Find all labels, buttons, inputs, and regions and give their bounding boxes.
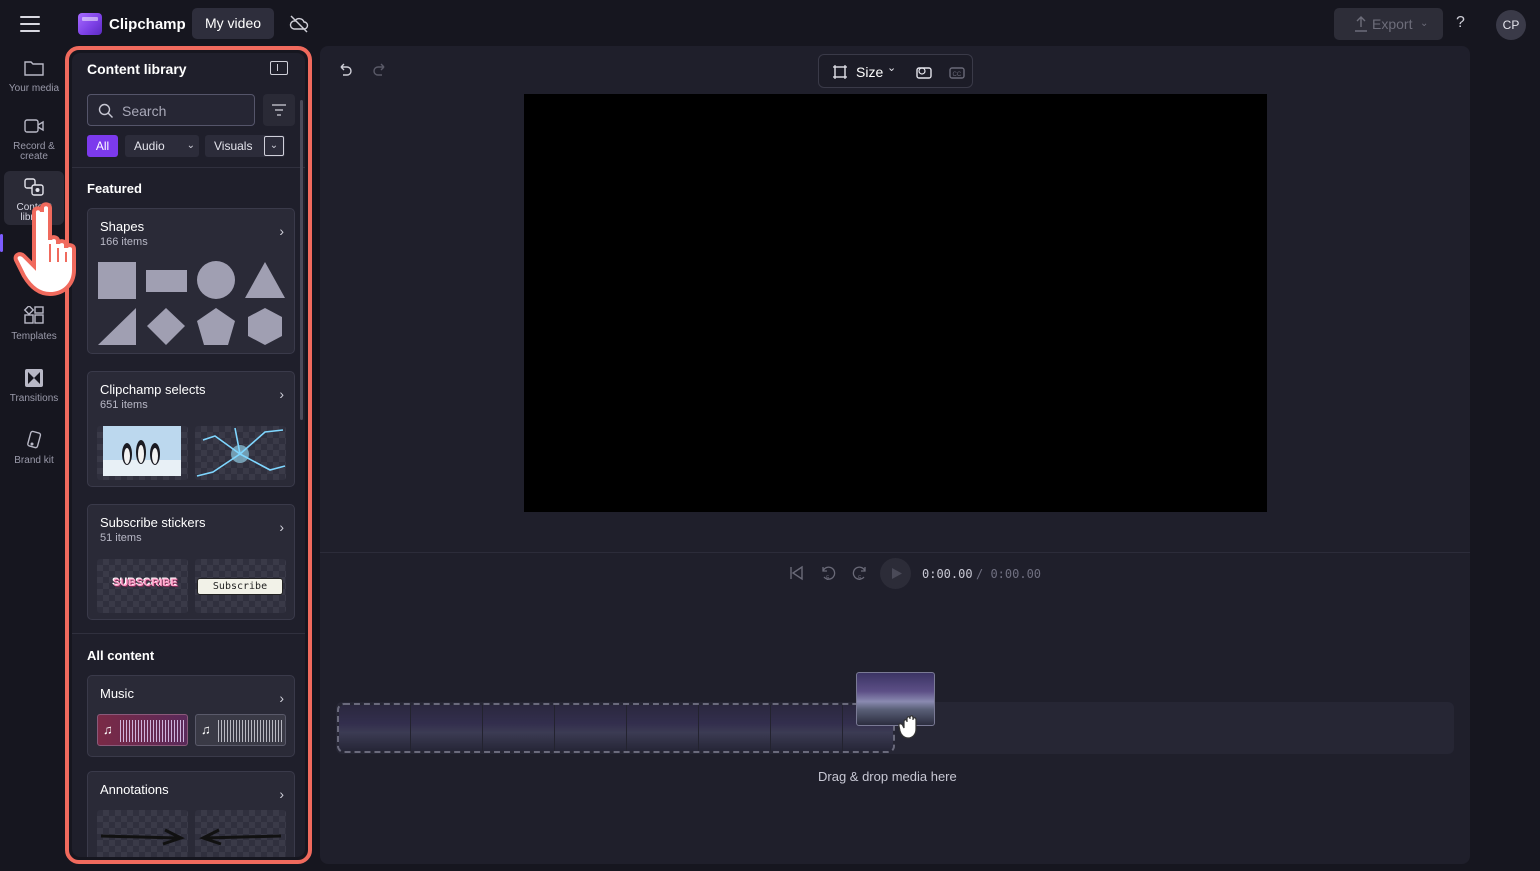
cloud-off-icon[interactable] — [289, 14, 309, 34]
folder-icon — [24, 61, 44, 76]
forward-5s-icon[interactable]: 5 — [851, 564, 869, 582]
chevron-down-icon: ⌄ — [1420, 18, 1429, 29]
sidebar-item-label: Brand kit — [14, 455, 54, 466]
size-dropdown[interactable]: Size — [856, 64, 883, 80]
project-title[interactable]: My video — [192, 8, 275, 39]
svg-text:CC: CC — [953, 72, 962, 78]
hand-pointer-icon — [13, 202, 76, 297]
chevron-down-icon[interactable]: ⌄ — [887, 61, 896, 74]
content-library-icon — [24, 178, 44, 196]
play-button[interactable] — [880, 558, 911, 589]
resize-icon[interactable] — [832, 64, 848, 80]
canvas-toolbar: Size ⌄ CC — [818, 54, 973, 88]
active-indicator — [0, 234, 3, 252]
filmstrip-preview — [339, 705, 893, 751]
templates-icon — [23, 306, 44, 324]
sidebar-item-label: Transitions — [9, 393, 59, 404]
app-name: Clipchamp — [109, 16, 186, 33]
brand-kit-icon — [27, 430, 42, 449]
media-drop-zone[interactable] — [337, 703, 895, 753]
export-button[interactable]: Export ⌄ — [1334, 8, 1443, 40]
export-label: Export — [1372, 16, 1413, 32]
sidebar-item-record-create[interactable]: Record & create — [4, 116, 64, 162]
undo-icon[interactable] — [337, 61, 353, 77]
divider — [320, 552, 1470, 553]
total-time: / 0:00.00 — [976, 567, 1042, 581]
highlight-outline — [65, 46, 312, 864]
grab-hand-icon — [898, 715, 917, 739]
current-time: 0:00.00 — [922, 567, 973, 581]
rewind-5s-icon[interactable]: 5 — [819, 564, 837, 582]
transitions-icon — [25, 369, 43, 387]
drop-media-hint: Drag & drop media here — [818, 769, 957, 784]
menu-icon[interactable] — [20, 16, 40, 32]
left-nav: Your media Record & create Content libra… — [0, 48, 66, 871]
play-icon — [892, 568, 902, 579]
help-button[interactable]: ? — [1456, 14, 1465, 32]
skip-to-start-icon[interactable] — [788, 565, 804, 581]
auto-captions-icon[interactable]: CC — [948, 63, 966, 81]
video-canvas[interactable] — [524, 94, 1267, 512]
sidebar-item-transitions[interactable]: Transitions — [4, 368, 64, 404]
sidebar-item-your-media[interactable]: Your media — [4, 58, 64, 94]
sidebar-item-label: Your media — [8, 83, 60, 94]
redo-icon[interactable] — [372, 61, 388, 77]
top-bar: Clipchamp My video Export ⌄ ? CP — [0, 0, 1540, 48]
sidebar-item-label: Record & create — [13, 141, 55, 162]
video-camera-icon — [24, 119, 44, 133]
sidebar-item-brand-kit[interactable]: Brand kit — [4, 430, 64, 466]
upload-icon — [1355, 16, 1367, 32]
sidebar-item-templates[interactable]: Templates — [4, 306, 64, 342]
background-color-icon[interactable] — [915, 63, 933, 81]
avatar[interactable]: CP — [1496, 10, 1526, 40]
clipchamp-logo-icon — [78, 13, 102, 35]
sidebar-item-label: Templates — [11, 331, 57, 342]
